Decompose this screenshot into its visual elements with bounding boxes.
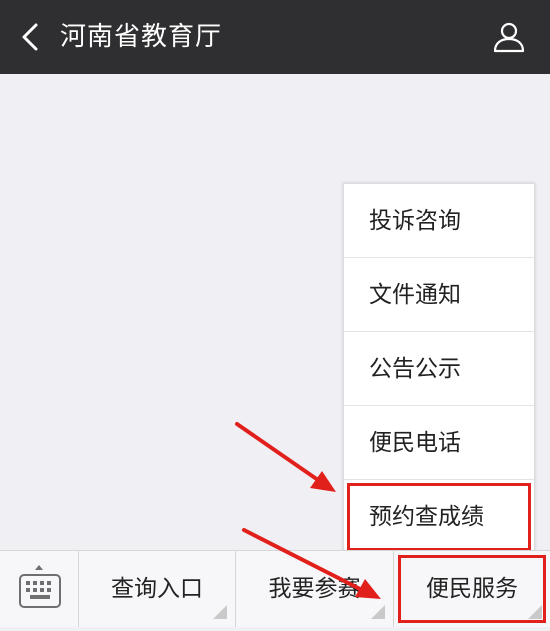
submenu-indicator-icon [213,605,227,619]
tab-join-contest[interactable]: 我要参赛 [236,551,394,627]
menu-item-label: 公告公示 [369,356,461,382]
menu-item-score-query[interactable]: 预约查成绩 [344,480,534,554]
menu-item-label: 便民电话 [369,430,461,456]
tab-label: 我要参赛 [268,576,361,602]
tab-label: 便民服务 [426,576,518,602]
arrow-to-menu-item-icon [235,422,336,492]
tab-label: 查询入口 [111,576,203,602]
keyboard-toggle-button[interactable] [0,551,79,627]
keyboard-icon [19,565,61,608]
menu-item-label: 文件通知 [369,282,461,308]
menu-item-service-phone[interactable]: 便民电话 [344,406,534,480]
menu-item-complaint[interactable]: 投诉咨询 [344,184,534,258]
chevron-left-icon [22,23,38,51]
tab-query-entry[interactable]: 查询入口 [79,551,236,627]
menu-item-label: 投诉咨询 [369,208,461,234]
back-button[interactable] [16,20,46,54]
submenu-indicator-icon [371,605,385,619]
bottom-menu-bar: 查询入口 我要参赛 便民服务 [0,550,550,627]
tab-public-service[interactable]: 便民服务 [394,551,550,627]
menu-item-file-notice[interactable]: 文件通知 [344,258,534,332]
top-nav-bar: 河南省教育厅 [0,0,550,74]
menu-item-announcement[interactable]: 公告公示 [344,332,534,406]
profile-button[interactable] [492,20,526,54]
service-popup-menu: 投诉咨询 文件通知 公告公示 便民电话 预约查成绩 [343,183,535,551]
page-title: 河南省教育厅 [60,22,223,52]
menu-item-label: 预约查成绩 [369,504,484,530]
submenu-indicator-icon [528,605,542,619]
user-icon [493,22,525,53]
